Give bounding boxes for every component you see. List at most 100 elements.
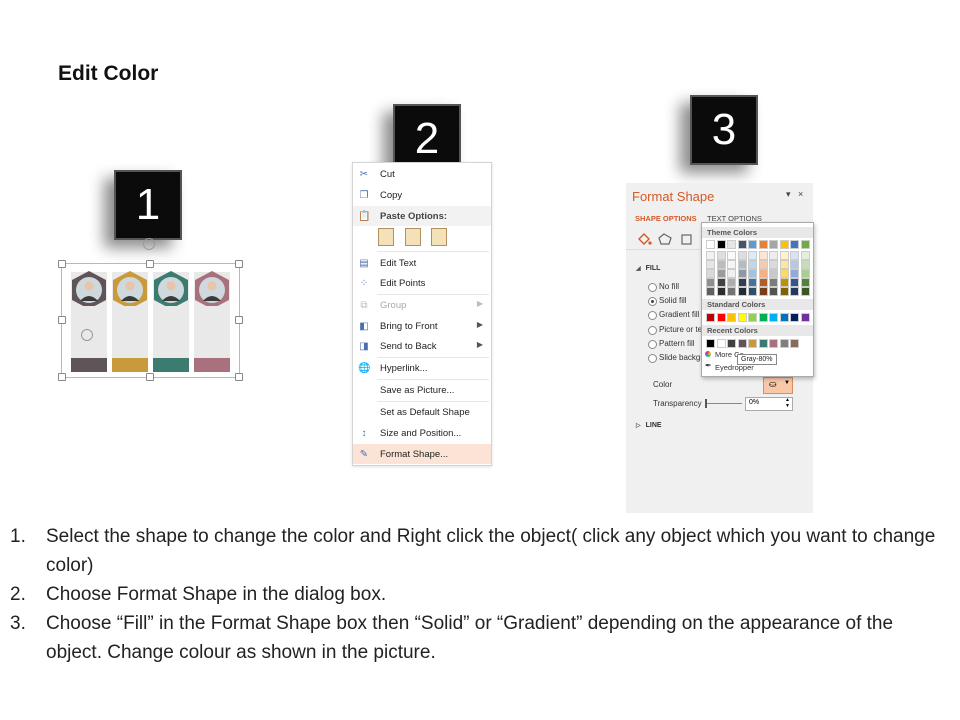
radio-picture-fill[interactable]: [648, 326, 657, 335]
theme-color-swatch[interactable]: [748, 240, 757, 249]
theme-color-swatch[interactable]: [769, 260, 778, 269]
theme-color-swatch[interactable]: [758, 287, 768, 296]
theme-color-swatch[interactable]: [706, 260, 715, 269]
menu-item-bring-to-front[interactable]: ◧ Bring to Front ▶: [353, 316, 491, 336]
theme-color-swatch[interactable]: [758, 240, 768, 249]
recent-color-swatch[interactable]: [727, 339, 736, 348]
column-color-bar[interactable]: [112, 358, 148, 372]
theme-color-swatch[interactable]: [748, 287, 757, 296]
recent-color-swatch[interactable]: [790, 339, 799, 348]
theme-color-swatch[interactable]: [800, 269, 810, 278]
theme-color-swatch[interactable]: [727, 278, 736, 287]
theme-color-swatch[interactable]: [800, 287, 810, 296]
standard-color-swatch[interactable]: [769, 313, 778, 322]
line-section-header[interactable]: ▷ LINE: [636, 422, 662, 429]
theme-color-swatch[interactable]: [706, 251, 715, 260]
theme-color-swatch[interactable]: [737, 260, 747, 269]
theme-color-swatch[interactable]: [769, 251, 778, 260]
effects-icon[interactable]: [658, 233, 672, 245]
menu-item-format-shape[interactable]: ✎ Format Shape...: [353, 444, 491, 464]
menu-item-hyperlink[interactable]: 🌐 Hyperlink...: [353, 358, 491, 378]
radio-pattern-fill[interactable]: [648, 340, 657, 349]
theme-color-swatch[interactable]: [758, 269, 768, 278]
menu-item-copy[interactable]: ❐ Copy: [353, 185, 491, 205]
theme-color-swatch[interactable]: [737, 240, 747, 249]
theme-color-swatch[interactable]: [727, 260, 736, 269]
theme-color-swatch[interactable]: [779, 240, 789, 249]
theme-color-swatch[interactable]: [790, 269, 799, 278]
standard-color-swatch[interactable]: [716, 313, 726, 322]
theme-color-swatch[interactable]: [769, 269, 778, 278]
recent-color-swatch[interactable]: [748, 339, 757, 348]
theme-color-swatch[interactable]: [800, 260, 810, 269]
resize-handle[interactable]: [146, 260, 154, 268]
theme-color-swatch[interactable]: [769, 240, 778, 249]
theme-color-swatch[interactable]: [748, 260, 757, 269]
radio-gradient-fill[interactable]: [648, 311, 657, 320]
theme-color-swatch[interactable]: [727, 251, 736, 260]
theme-color-swatch[interactable]: [800, 251, 810, 260]
standard-color-swatch[interactable]: [706, 313, 715, 322]
standard-color-swatch[interactable]: [779, 313, 789, 322]
resize-handle[interactable]: [58, 316, 66, 324]
rotate-handle-icon[interactable]: [81, 329, 93, 341]
theme-color-swatch[interactable]: [779, 278, 789, 287]
theme-color-swatch[interactable]: [706, 287, 715, 296]
standard-color-swatch[interactable]: [790, 313, 799, 322]
standard-color-swatch[interactable]: [727, 313, 736, 322]
theme-color-swatch[interactable]: [716, 260, 726, 269]
menu-item-cut[interactable]: ✂ Cut: [353, 164, 491, 184]
resize-handle[interactable]: [58, 373, 66, 381]
theme-color-swatch[interactable]: [727, 287, 736, 296]
theme-color-swatch[interactable]: [758, 278, 768, 287]
resize-handle[interactable]: [146, 373, 154, 381]
rotate-handle[interactable]: [143, 238, 155, 250]
theme-color-swatch[interactable]: [758, 251, 768, 260]
menu-item-save-as-picture[interactable]: Save as Picture...: [353, 380, 491, 400]
theme-color-swatch[interactable]: [716, 278, 726, 287]
transparency-input[interactable]: 0% ▲ ▼: [745, 397, 793, 411]
theme-color-swatch[interactable]: [790, 260, 799, 269]
standard-color-swatch[interactable]: [748, 313, 757, 322]
resize-handle[interactable]: [58, 260, 66, 268]
paste-picture-icon[interactable]: [431, 228, 448, 246]
theme-color-swatch[interactable]: [737, 287, 747, 296]
standard-color-swatch[interactable]: [758, 313, 768, 322]
resize-handle[interactable]: [235, 316, 243, 324]
transparency-slider-knob[interactable]: [705, 399, 707, 408]
fill-section-header[interactable]: ◢ FILL: [636, 265, 660, 272]
paste-keep-source-icon[interactable]: [378, 228, 394, 246]
theme-color-swatch[interactable]: [706, 278, 715, 287]
theme-color-swatch[interactable]: [748, 251, 757, 260]
size-properties-icon[interactable]: [681, 234, 692, 245]
theme-color-swatch[interactable]: [706, 269, 715, 278]
theme-color-swatch[interactable]: [727, 269, 736, 278]
fill-color-button[interactable]: ⛀ ▼: [763, 377, 793, 394]
theme-color-swatch[interactable]: [727, 240, 736, 249]
standard-color-swatch[interactable]: [800, 313, 810, 322]
recent-color-swatch[interactable]: [716, 339, 726, 348]
standard-color-swatch[interactable]: [737, 313, 747, 322]
theme-color-swatch[interactable]: [716, 269, 726, 278]
tab-shape-options[interactable]: SHAPE OPTIONS: [635, 214, 697, 223]
theme-color-swatch[interactable]: [790, 240, 799, 249]
theme-color-swatch[interactable]: [716, 240, 726, 249]
theme-color-swatch[interactable]: [769, 278, 778, 287]
theme-color-swatch[interactable]: [779, 269, 789, 278]
recent-color-swatch[interactable]: [779, 339, 789, 348]
menu-item-edit-points[interactable]: ⁘ Edit Points: [353, 273, 491, 293]
theme-color-swatch[interactable]: [758, 260, 768, 269]
theme-color-swatch[interactable]: [769, 287, 778, 296]
radio-no-fill[interactable]: [648, 283, 657, 292]
theme-color-swatch[interactable]: [779, 287, 789, 296]
column-color-bar[interactable]: [194, 358, 230, 372]
theme-color-swatch[interactable]: [800, 240, 810, 249]
theme-color-swatch[interactable]: [737, 251, 747, 260]
column-color-bar[interactable]: [153, 358, 189, 372]
menu-item-edit-text[interactable]: ▤ Edit Text: [353, 253, 491, 273]
radio-solid-fill[interactable]: [648, 297, 657, 306]
theme-color-swatch[interactable]: [790, 251, 799, 260]
theme-color-swatch[interactable]: [800, 278, 810, 287]
close-icon[interactable]: ×: [798, 189, 803, 199]
theme-color-swatch[interactable]: [737, 269, 747, 278]
